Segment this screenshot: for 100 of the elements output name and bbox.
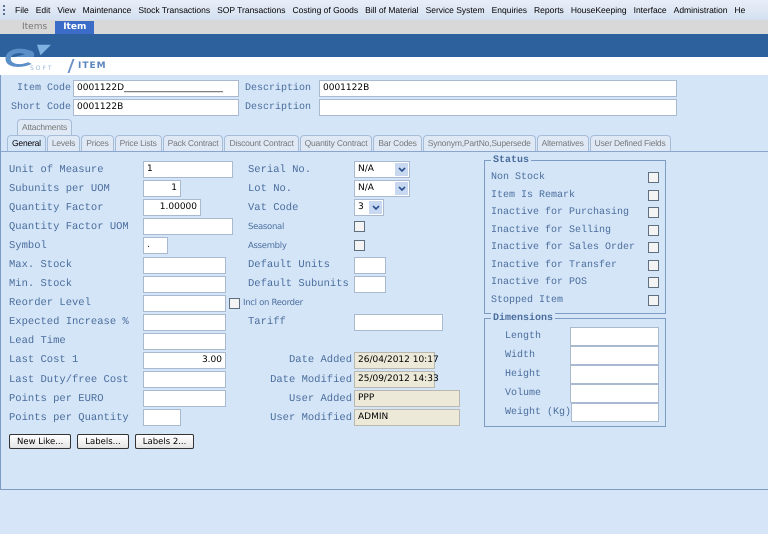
tab[interactable]: Discount Contract: [224, 135, 299, 151]
checkbox[interactable]: [648, 277, 659, 288]
checkbox[interactable]: [648, 172, 659, 184]
field-label: Default Units: [247, 259, 331, 272]
tab[interactable]: Levels: [46, 135, 80, 151]
menu-item[interactable]: Interface: [630, 5, 671, 15]
field-label: Last Cost 1: [9, 354, 80, 366]
field-label: Min. Stock: [9, 278, 74, 290]
text-field[interactable]: [143, 314, 226, 331]
field-label: Vat Code: [247, 202, 300, 214]
field-label: Weight (Kg): [505, 407, 572, 418]
action-button[interactable]: Labels...: [77, 434, 129, 450]
action-button[interactable]: New Like...: [9, 434, 72, 450]
tab[interactable]: Alternatives: [536, 135, 589, 151]
checkbox-label: Inactive for POS: [491, 277, 588, 288]
menu-item[interactable]: File: [12, 5, 33, 15]
field-label: Short Code: [10, 102, 72, 113]
tab[interactable]: User Defined Fields: [590, 135, 671, 151]
text-field[interactable]: [143, 390, 226, 408]
text-field[interactable]: 1: [143, 161, 233, 178]
checkbox[interactable]: [648, 242, 659, 254]
field-label: Points per EURO: [9, 392, 105, 405]
field-label: User Modified: [269, 412, 353, 424]
field-label: Assembly: [247, 240, 288, 251]
checkbox-label: Incl on Reorder: [243, 298, 303, 308]
menu-item[interactable]: View: [54, 5, 80, 15]
text-field[interactable]: [354, 276, 386, 293]
slash-icon: [67, 59, 75, 73]
field-label: Date Added: [288, 354, 353, 366]
text-field[interactable]: [570, 346, 659, 365]
menu-item[interactable]: HouseKeeping: [568, 5, 631, 15]
text-field[interactable]: [354, 314, 443, 331]
text-field[interactable]: 1.00000: [143, 199, 201, 216]
text-field[interactable]: 0001122B: [73, 99, 239, 116]
menu-item[interactable]: Service System: [422, 5, 489, 15]
tab[interactable]: Bar Codes: [373, 135, 422, 151]
menu-item[interactable]: Bill of Material: [362, 5, 423, 15]
text-field[interactable]: 0001122D______________________: [73, 80, 239, 97]
menu-item[interactable]: He: [732, 5, 750, 15]
checkbox[interactable]: [648, 190, 659, 201]
field-label: Quantity Factor UOM: [9, 220, 130, 233]
text-field[interactable]: [319, 99, 677, 116]
checkbox-label: Inactive for Transfer: [491, 260, 618, 271]
tab[interactable]: Quantity Contract: [300, 135, 372, 151]
menu-item[interactable]: Administration: [670, 5, 732, 15]
checkbox[interactable]: [648, 207, 659, 218]
dropdown[interactable]: 3: [354, 199, 384, 216]
menu-item[interactable]: Maintenance: [80, 5, 136, 15]
text-field[interactable]: 0001122B: [319, 80, 677, 97]
tab[interactable]: Prices: [81, 135, 114, 151]
text-field[interactable]: .: [143, 237, 168, 254]
readonly-field: ADMIN: [354, 409, 460, 426]
menu-item[interactable]: Edit: [32, 5, 54, 15]
menu-item[interactable]: Reports: [531, 5, 568, 15]
checkbox[interactable]: [229, 298, 240, 309]
text-field[interactable]: [143, 332, 226, 350]
tab[interactable]: Attachments: [17, 119, 72, 135]
text-field[interactable]: [571, 403, 659, 422]
field-label: Lead Time: [9, 335, 67, 348]
text-field[interactable]: [143, 371, 226, 388]
menu-item[interactable]: Enquiries: [488, 5, 532, 15]
text-field[interactable]: 3.00: [143, 352, 226, 369]
menu-item[interactable]: Stock Transactions: [135, 5, 214, 15]
field-label: Subunits per UOM: [9, 182, 111, 195]
field-label: Date Modified: [269, 374, 353, 386]
checkbox[interactable]: [354, 240, 365, 252]
text-field[interactable]: [570, 365, 659, 384]
text-field[interactable]: [143, 218, 233, 236]
checkbox[interactable]: [648, 294, 659, 306]
document-tab[interactable]: Item: [55, 21, 94, 34]
field-label: Reorder Level: [9, 297, 92, 310]
field-label: User Added: [288, 392, 353, 405]
field-label: Description: [244, 102, 312, 113]
text-field[interactable]: [143, 409, 181, 426]
tab[interactable]: Synonym,PartNo,Supersede: [422, 135, 536, 151]
field-label: Expected Increase %: [9, 316, 130, 328]
menu-item[interactable]: SOP Transactions: [214, 5, 290, 15]
text-field[interactable]: [143, 294, 226, 312]
checkbox[interactable]: [648, 224, 659, 236]
text-field[interactable]: [143, 276, 226, 293]
field-label: Last Duty/free Cost: [9, 374, 130, 386]
field-label: Lot No.: [247, 182, 294, 195]
checkbox[interactable]: [354, 221, 365, 232]
field-label: Unit of Measure: [9, 164, 105, 176]
dropdown[interactable]: N/A: [354, 161, 410, 178]
tab[interactable]: General: [7, 135, 46, 151]
tab[interactable]: Price Lists: [114, 135, 162, 151]
text-field[interactable]: [570, 327, 659, 346]
menu-item[interactable]: Costing of Goods: [289, 5, 362, 15]
field-label: Height: [505, 369, 542, 380]
checkbox[interactable]: [648, 260, 659, 271]
text-field[interactable]: [143, 256, 226, 274]
checkbox-label: Item Is Remark: [491, 190, 576, 201]
action-button[interactable]: Labels 2...: [134, 434, 194, 450]
dropdown[interactable]: N/A: [354, 180, 410, 198]
text-field[interactable]: [354, 256, 386, 274]
tab[interactable]: Pack Contract: [162, 135, 224, 151]
field-label: Serial No.: [247, 164, 312, 176]
text-field[interactable]: 1: [143, 180, 181, 198]
text-field[interactable]: [570, 384, 659, 403]
